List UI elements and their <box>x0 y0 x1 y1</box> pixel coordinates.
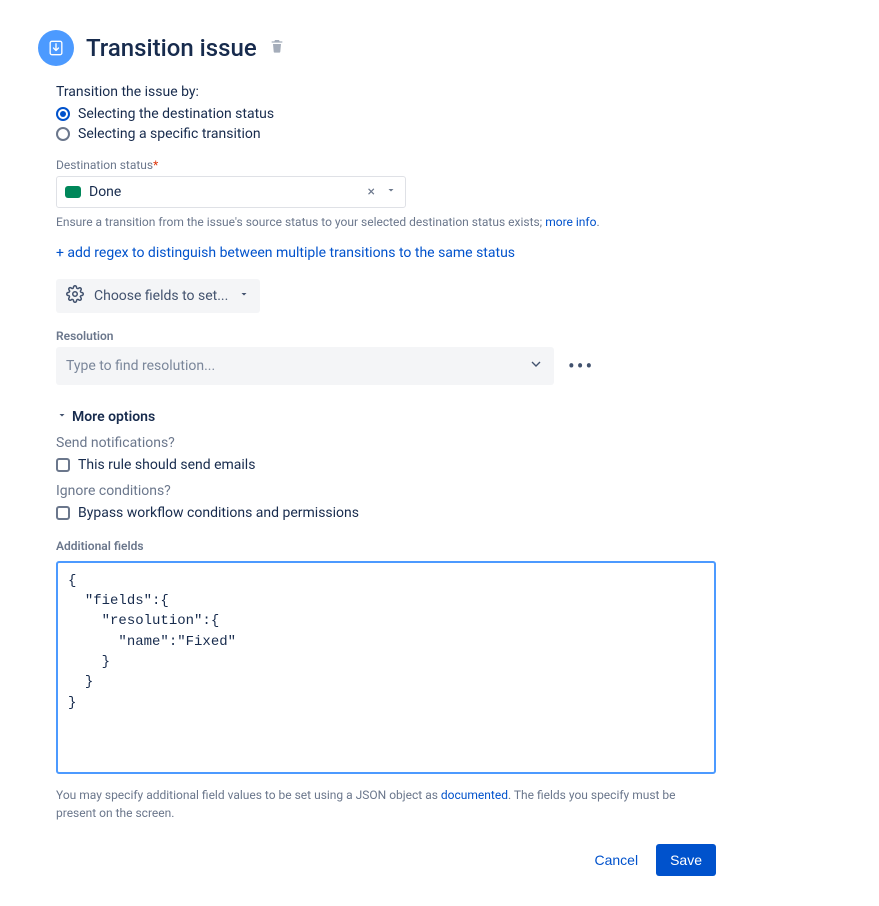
chevron-down-icon <box>238 288 250 304</box>
save-button[interactable]: Save <box>656 844 716 876</box>
chevron-down-icon <box>56 409 68 425</box>
radio-specific-transition[interactable]: Selecting a specific transition <box>56 126 823 142</box>
choose-fields-button[interactable]: Choose fields to set... <box>56 279 260 313</box>
destination-status-value: Done <box>89 184 358 200</box>
additional-fields-label: Additional fields <box>56 539 823 553</box>
resolution-placeholder: Type to find resolution... <box>66 358 215 374</box>
more-options-label: More options <box>72 409 155 425</box>
chevron-down-icon <box>528 356 544 376</box>
documented-link[interactable]: documented <box>441 788 508 802</box>
more-options-toggle[interactable]: More options <box>56 409 823 425</box>
choose-fields-label: Choose fields to set... <box>94 288 228 304</box>
resolution-select[interactable]: Type to find resolution... <box>56 347 554 385</box>
radio-checked-icon <box>56 107 70 121</box>
resolution-label: Resolution <box>56 329 823 343</box>
transition-issue-icon <box>38 30 74 66</box>
checkbox-unchecked-icon <box>56 506 70 520</box>
transition-by-label: Transition the issue by: <box>56 84 823 100</box>
status-done-lozenge <box>65 186 81 198</box>
cancel-button[interactable]: Cancel <box>584 844 648 876</box>
add-regex-link[interactable]: + add regex to distinguish between multi… <box>56 245 823 261</box>
destination-status-help: Ensure a transition from the issue's sou… <box>56 214 823 231</box>
page-title: Transition issue <box>86 34 257 62</box>
send-emails-label: This rule should send emails <box>78 457 255 473</box>
clear-icon[interactable]: × <box>366 184 377 200</box>
additional-fields-note: You may specify additional field values … <box>56 786 716 822</box>
destination-status-select[interactable]: Done × <box>56 176 406 208</box>
send-notifications-label: Send notifications? <box>56 435 823 451</box>
radio-destination-label: Selecting the destination status <box>78 106 274 122</box>
ignore-conditions-label: Ignore conditions? <box>56 483 823 499</box>
radio-destination-status[interactable]: Selecting the destination status <box>56 106 823 122</box>
bypass-conditions-checkbox[interactable]: Bypass workflow conditions and permissio… <box>56 505 823 521</box>
chevron-down-icon[interactable] <box>385 184 397 200</box>
send-emails-checkbox[interactable]: This rule should send emails <box>56 457 823 473</box>
checkbox-unchecked-icon <box>56 458 70 472</box>
more-actions-icon[interactable]: ••• <box>568 356 594 376</box>
radio-specific-label: Selecting a specific transition <box>78 126 261 142</box>
bypass-conditions-label: Bypass workflow conditions and permissio… <box>78 505 359 521</box>
destination-status-label: Destination status* <box>56 158 823 172</box>
additional-fields-textarea[interactable] <box>56 561 716 774</box>
delete-icon[interactable] <box>269 38 285 58</box>
more-info-link[interactable]: more info <box>545 215 596 229</box>
gear-icon <box>66 285 84 307</box>
radio-unchecked-icon <box>56 127 70 141</box>
